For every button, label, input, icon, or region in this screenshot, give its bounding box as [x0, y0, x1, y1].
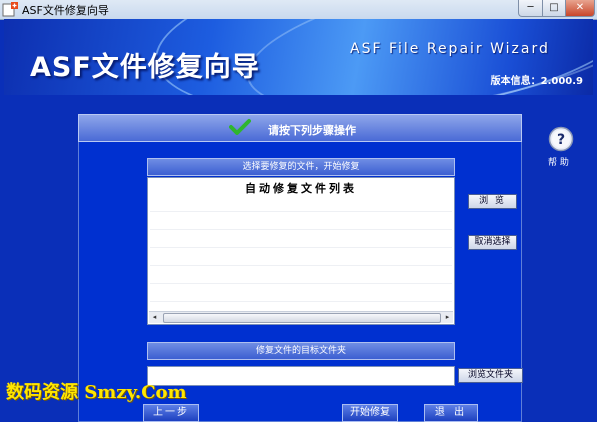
browse-folder-button[interactable]: 浏览文件夹	[458, 368, 523, 383]
header-title: ASF文件修复向导	[30, 52, 260, 83]
previous-step-button[interactable]: 上一步	[143, 404, 199, 422]
header-banner: ASF文件修复向导 ASF File Repair Wizard 版本信息：2.…	[4, 19, 593, 95]
file-list-section-title: 选择要修复的文件，开始修复	[147, 158, 455, 176]
panel-title: 请按下列步骤操作	[268, 124, 356, 137]
target-folder-input[interactable]	[147, 366, 455, 386]
minimize-button[interactable]: ─	[518, 0, 543, 17]
horizontal-scrollbar[interactable]: ◂ ▸	[149, 311, 453, 323]
help-icon[interactable]: ?	[548, 126, 574, 152]
maximize-button[interactable]: □	[542, 0, 566, 17]
close-button[interactable]: ✕	[565, 0, 595, 17]
deselect-button[interactable]: 取消选择	[468, 235, 517, 250]
scroll-left-arrow-icon[interactable]: ◂	[149, 312, 160, 323]
window-title: ASF文件修复向导	[22, 4, 109, 17]
scroll-right-arrow-icon[interactable]: ▸	[442, 312, 453, 323]
header-subtitle: ASF File Repair Wizard	[350, 41, 550, 57]
file-list[interactable]: 自动修复文件列表 ◂ ▸	[147, 177, 455, 325]
app-icon	[2, 2, 18, 17]
file-list-rows[interactable]	[150, 194, 452, 310]
svg-text:?: ?	[557, 132, 565, 148]
scrollbar-thumb[interactable]	[163, 313, 441, 323]
target-folder-section-title: 修复文件的目标文件夹	[147, 342, 455, 360]
exit-button[interactable]: 退 出	[424, 404, 478, 422]
help-label[interactable]: 帮 助	[548, 155, 569, 168]
version-info: 版本信息：2.000.9	[490, 76, 583, 87]
check-icon	[229, 119, 251, 135]
start-repair-button[interactable]: 开始修复	[342, 404, 398, 422]
window-titlebar: ASF文件修复向导 ─ □ ✕	[0, 0, 597, 20]
browse-button[interactable]: 浏 览	[468, 194, 517, 209]
watermark-text: 数码资源 Smzy.Com	[6, 382, 187, 403]
